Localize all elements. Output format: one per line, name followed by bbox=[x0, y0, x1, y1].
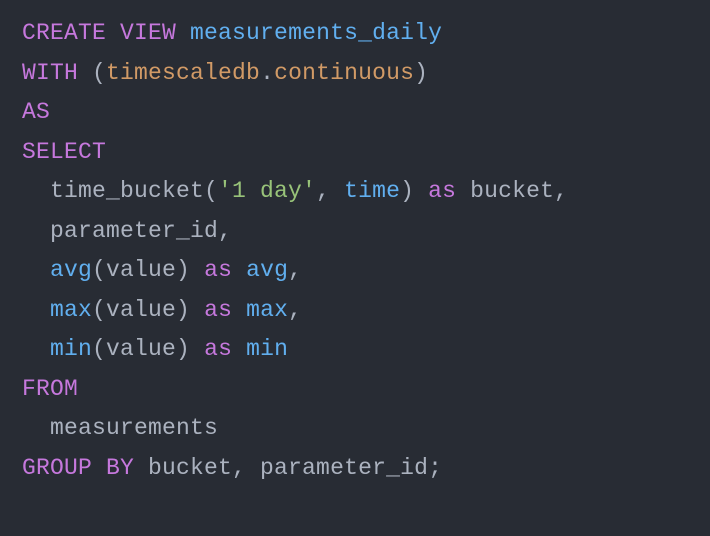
code-token: '1 day' bbox=[218, 178, 316, 204]
code-line: GROUP BY bucket, parameter_id; bbox=[22, 449, 688, 489]
code-token: CREATE VIEW bbox=[22, 20, 176, 46]
code-token bbox=[232, 257, 246, 283]
code-line: parameter_id, bbox=[22, 212, 688, 252]
code-token: AS bbox=[22, 99, 50, 125]
code-token: bucket, bbox=[456, 178, 568, 204]
code-token bbox=[22, 297, 50, 323]
code-token: . bbox=[260, 60, 274, 86]
code-token: ) bbox=[414, 60, 428, 86]
code-token: SELECT bbox=[22, 139, 106, 165]
code-token: GROUP BY bbox=[22, 455, 134, 481]
code-token: time_bucket( bbox=[22, 178, 218, 204]
code-token: (value) bbox=[92, 257, 204, 283]
code-token: , bbox=[316, 178, 344, 204]
sql-code-block: CREATE VIEW measurements_dailyWITH (time… bbox=[0, 0, 710, 503]
code-token: timescaledb bbox=[106, 60, 260, 86]
code-token: WITH bbox=[22, 60, 78, 86]
code-token bbox=[232, 336, 246, 362]
code-token: as bbox=[204, 297, 232, 323]
code-token: min bbox=[50, 336, 92, 362]
code-line: min(value) as min bbox=[22, 330, 688, 370]
code-token: measurements bbox=[22, 415, 218, 441]
code-line: WITH (timescaledb.continuous) bbox=[22, 54, 688, 94]
code-line: AS bbox=[22, 93, 688, 133]
code-token: ) bbox=[400, 178, 428, 204]
code-token: measurements_daily bbox=[190, 20, 442, 46]
code-token: min bbox=[246, 336, 288, 362]
code-token: continuous bbox=[274, 60, 414, 86]
code-line: max(value) as max, bbox=[22, 291, 688, 331]
code-token: avg bbox=[50, 257, 92, 283]
code-token: ( bbox=[78, 60, 106, 86]
code-line: measurements bbox=[22, 409, 688, 449]
code-token: as bbox=[204, 257, 232, 283]
code-token: (value) bbox=[92, 297, 204, 323]
code-token: bucket, parameter_id; bbox=[134, 455, 442, 481]
code-token: avg bbox=[246, 257, 288, 283]
code-line: time_bucket('1 day', time) as bucket, bbox=[22, 172, 688, 212]
code-token bbox=[232, 297, 246, 323]
code-token: parameter_id, bbox=[22, 218, 232, 244]
code-token: , bbox=[288, 297, 302, 323]
code-line: CREATE VIEW measurements_daily bbox=[22, 14, 688, 54]
code-token: as bbox=[204, 336, 232, 362]
code-token: FROM bbox=[22, 376, 78, 402]
code-token: as bbox=[428, 178, 456, 204]
code-token: max bbox=[50, 297, 92, 323]
code-token: time bbox=[344, 178, 400, 204]
code-token: (value) bbox=[92, 336, 204, 362]
code-line: FROM bbox=[22, 370, 688, 410]
code-token bbox=[22, 336, 50, 362]
code-line: avg(value) as avg, bbox=[22, 251, 688, 291]
code-token: max bbox=[246, 297, 288, 323]
code-line: SELECT bbox=[22, 133, 688, 173]
code-token: , bbox=[288, 257, 302, 283]
code-token bbox=[176, 20, 190, 46]
code-token bbox=[22, 257, 50, 283]
